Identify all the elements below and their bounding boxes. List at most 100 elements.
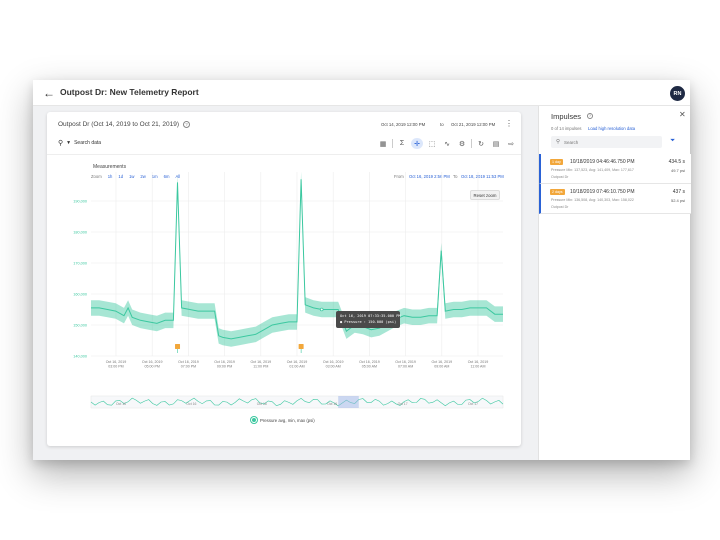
impulse-location: Outpost Dr <box>551 175 569 179</box>
impulse-value: 52.4 psi <box>670 198 685 203</box>
search-data-label: Search data <box>74 140 102 146</box>
chart-card: Outpost Dr (Oct 14, 2019 to Oct 21, 2019… <box>47 112 521 446</box>
info-icon[interactable]: ? <box>587 113 593 119</box>
x-tick-label: Oct 16, 2019 <box>178 360 199 364</box>
load-high-resolution-link[interactable]: Load high resolution data <box>588 126 635 131</box>
x-tick-label: 09:00 AM <box>434 365 449 369</box>
navigator-label: Oct 17 <box>398 402 408 406</box>
reset-zoom-button[interactable]: Reset zoom <box>470 190 500 200</box>
x-tick-label: Oct 16, 2019 <box>251 360 272 364</box>
hover-point <box>319 307 324 312</box>
tooltip-value: ● Pressure : 150.000 (psi) <box>340 320 397 324</box>
avatar[interactable]: RN <box>670 86 685 101</box>
x-tick-label: Oct 16, 2019 <box>214 360 235 364</box>
y-tick-label: 180,000 <box>73 231 87 235</box>
x-tick-label: 05:00 PM <box>145 365 160 369</box>
arrow-left-icon[interactable]: ← <box>43 86 55 100</box>
close-icon[interactable]: ✕ <box>679 110 686 119</box>
impulse-item[interactable]: 2 days 10/18/2019 07:46:10.750 PM 437 s … <box>539 184 691 214</box>
legend-marker <box>251 417 257 423</box>
sigma-icon[interactable]: Σ <box>396 138 408 149</box>
info-icon[interactable]: ? <box>183 121 190 128</box>
impulse-badge: 2 days <box>550 189 565 195</box>
trend-icon[interactable]: ∿ <box>441 138 453 149</box>
y-tick-label: 190,000 <box>73 200 87 204</box>
search-data-control[interactable]: ⚲ ▼ Search data <box>58 139 101 147</box>
impulse-time: 10/18/2019 07:46:10.750 PM <box>570 189 635 195</box>
x-tick-label: 03:00 AM <box>326 365 341 369</box>
range-to-label: to <box>440 122 444 127</box>
app-window: ← Outpost Dr: New Telemetry Report RN Ou… <box>33 80 691 460</box>
impulse-stats: Pressure Min: 137,523, Avg: 141,409, Max… <box>551 168 634 172</box>
x-tick-label: 11:00 AM <box>471 365 486 369</box>
navigator-track <box>90 395 504 409</box>
x-tick-label: Oct 16, 2019 <box>359 360 380 364</box>
impulses-panel: Impulses ? ✕ 0 of 14 impulses Load high … <box>538 106 691 460</box>
impulse-duration: 437 s <box>672 189 685 195</box>
legend-label: Pressure avg, min, max (psi) <box>260 417 315 423</box>
x-tick-label: Oct 16, 2019 <box>142 360 163 364</box>
measurements-label: Measurements <box>93 164 127 170</box>
card-title: Outpost Dr (Oct 14, 2019 to Oct 21, 2019… <box>58 121 180 128</box>
x-tick-label: Oct 16, 2019 <box>323 360 344 364</box>
search-icon: ⚲ <box>556 139 561 145</box>
settings-icon[interactable]: ⚙ <box>456 138 468 149</box>
navigator-window <box>338 396 359 408</box>
x-tick-label: Oct 16, 2019 <box>395 360 416 364</box>
chart-legend[interactable]: Pressure avg, min, max (psi) <box>251 417 315 423</box>
save-icon[interactable]: ▤ <box>490 138 502 149</box>
refresh-icon[interactable]: ↻ <box>475 138 487 149</box>
event-marker <box>175 344 181 349</box>
x-tick-label: 07:00 PM <box>181 365 196 369</box>
impulse-search[interactable]: ⚲ <box>551 136 662 148</box>
range-from[interactable]: Oct 14, 2019 12:00 PM <box>381 122 425 127</box>
chart-toolbar: ▦ Σ ✛ ⬚ ∿ ⚙ ↻ ▤ ⇨ <box>377 138 520 149</box>
pressure-chart[interactable]: 200,000 190,000 180,000 170,000 160,000 150,0… <box>47 172 521 412</box>
range-to[interactable]: Oct 21, 2019 12:00 PM <box>451 122 495 127</box>
impulse-search-input[interactable] <box>564 139 655 145</box>
impulse-stats: Pressure Min: 136,508, Avg: 140,303, Max… <box>551 198 634 202</box>
y-tick-label: 150,000 <box>73 324 87 328</box>
impulse-duration: 434.5 s <box>668 159 685 165</box>
y-tick-label: 160,000 <box>73 293 87 297</box>
y-tick-label: 170,000 <box>73 262 87 266</box>
main-content: Outpost Dr (Oct 14, 2019 to Oct 21, 2019… <box>33 106 538 460</box>
toolbar-divider <box>471 139 472 148</box>
navigator-label: Oct 17 <box>468 402 478 406</box>
export-icon[interactable]: ⇨ <box>505 138 517 149</box>
top-bar: ← Outpost Dr: New Telemetry Report RN <box>33 80 690 106</box>
y-tick-label: 140,000 <box>73 355 87 359</box>
x-tick-label: 11:00 PM <box>253 365 268 369</box>
crosshair-icon[interactable]: ✛ <box>411 138 423 149</box>
impulse-time: 10/18/2019 04:46:46.750 PM <box>570 159 635 165</box>
report-title: Outpost Dr: New Telemetry Report <box>60 87 199 97</box>
x-tick-label: Oct 16, 2019 <box>432 360 453 364</box>
impulse-count: 0 of 14 impulses <box>551 126 582 131</box>
navigator-label: Oct 16 <box>116 402 126 406</box>
event-marker <box>298 344 304 349</box>
toolbar-divider <box>392 139 393 148</box>
impulse-badge: 1 day <box>550 159 563 165</box>
x-tick-label: 07:00 AM <box>398 365 413 369</box>
table-icon[interactable]: ▦ <box>377 138 389 149</box>
filter-icon[interactable]: ⏷ <box>670 137 675 145</box>
navigator-label: Oct 16 <box>257 402 267 406</box>
x-tick-label: Oct 16, 2019 <box>106 360 127 364</box>
card-divider <box>47 154 521 155</box>
x-tick-label: 09:00 PM <box>217 365 232 369</box>
more-vert-icon[interactable]: ⋮ <box>505 119 513 128</box>
impulse-location: Outpost Dr <box>551 205 569 209</box>
select-icon[interactable]: ⬚ <box>426 138 438 149</box>
x-tick-label: Oct 16, 2019 <box>468 360 489 364</box>
impulses-title: Impulses <box>551 112 582 121</box>
navigator-label: Oct 16 <box>186 402 196 406</box>
impulse-value: 49.7 psi <box>670 168 685 173</box>
y-tick-label: 200,000 <box>73 172 87 173</box>
chart-tooltip: Oct 16, 2019 07:33:35.000 PM ● Pressure … <box>336 311 401 328</box>
x-tick-label: 01:00 AM <box>289 365 304 369</box>
x-tick-label: 05:00 AM <box>362 365 377 369</box>
search-icon: ⚲ <box>58 140 64 147</box>
x-tick-label: Oct 16, 2019 <box>287 360 308 364</box>
impulse-item[interactable]: 1 day 10/18/2019 04:46:46.750 PM 434.5 s… <box>539 154 691 184</box>
chevron-down-icon: ▼ <box>66 140 72 146</box>
